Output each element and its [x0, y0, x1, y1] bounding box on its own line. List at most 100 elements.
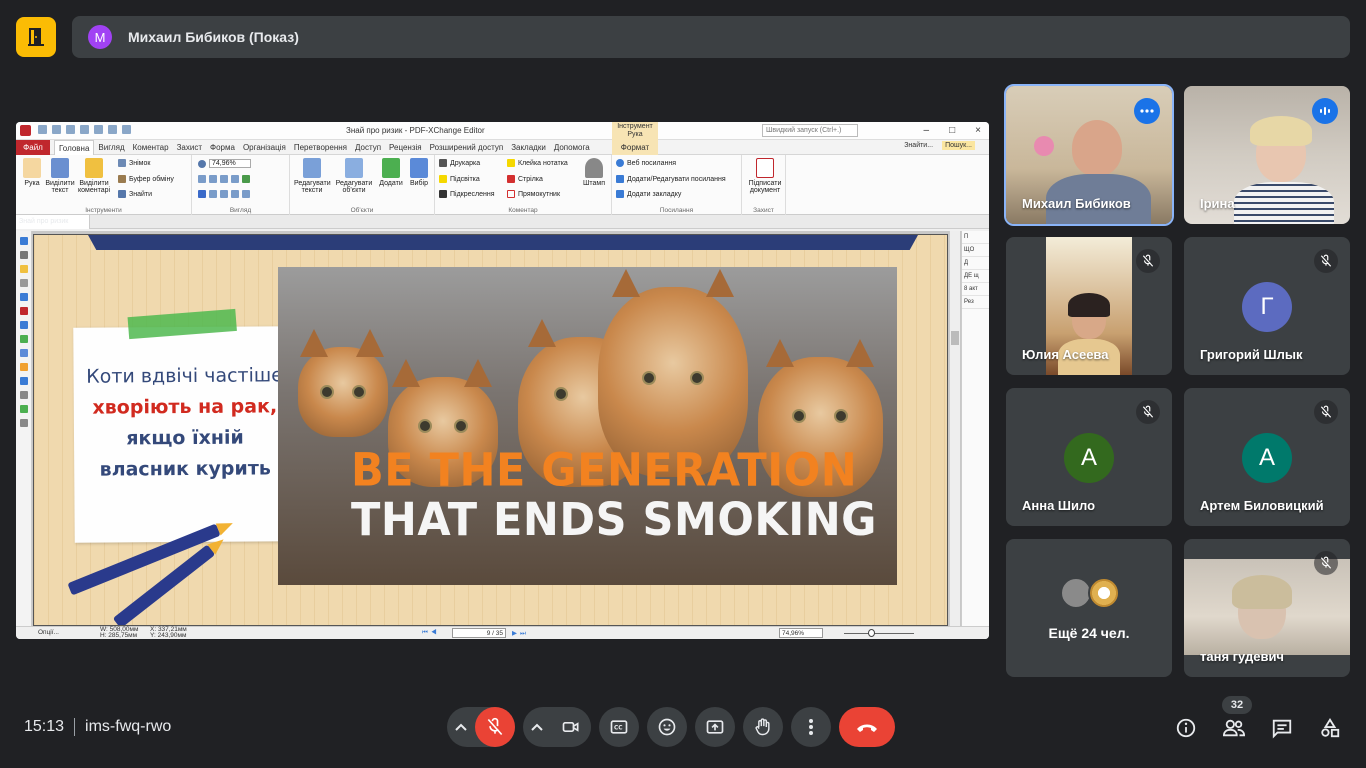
- ribbon-tab[interactable]: Захист: [173, 140, 206, 156]
- tile-mikhail[interactable]: Михаил Бибиков: [1004, 84, 1174, 226]
- presentation-icon[interactable]: [16, 17, 56, 57]
- vertical-scrollbar[interactable]: [949, 231, 960, 626]
- hand-icon: [755, 718, 770, 736]
- raise-hand-button[interactable]: [743, 707, 783, 747]
- quick-search-input[interactable]: Швидкий запуск (Ctrl+.): [762, 124, 858, 137]
- zoom-level-select[interactable]: 74,96%: [779, 628, 823, 638]
- ribbon-tab[interactable]: Форма: [206, 140, 239, 156]
- select-button[interactable]: Вибір: [406, 158, 432, 187]
- panel-item[interactable]: Д: [962, 257, 989, 270]
- panel-item[interactable]: ЩО: [962, 244, 989, 257]
- find-tool-button[interactable]: Знайти: [118, 190, 152, 198]
- more-options-icon[interactable]: [1134, 98, 1160, 124]
- participant-video: [1072, 120, 1122, 176]
- panel-item[interactable]: Рез: [962, 296, 989, 309]
- cursor-readout: X: 337,21мм Y: 243,90мм: [150, 626, 187, 639]
- kittens-photo: BE THE GENERATION THAT ENDS SMOKING: [278, 267, 897, 585]
- arrow-button[interactable]: Стрілка: [507, 175, 543, 183]
- stamp-button[interactable]: Штамп: [579, 158, 609, 187]
- search-button[interactable]: Пошук...: [942, 141, 975, 150]
- document-tab[interactable]: Знай про ризик: [16, 215, 90, 229]
- zoom-select[interactable]: 74,96%: [198, 159, 251, 168]
- ribbon-tab[interactable]: Доступ: [351, 140, 385, 156]
- participant-thumb: [1088, 577, 1120, 609]
- format-tab[interactable]: Формат: [612, 140, 658, 155]
- close-icon[interactable]: ×: [975, 125, 981, 136]
- panel-item[interactable]: П: [962, 231, 989, 244]
- slogan-line-2: THAT ENDS SMOKING: [351, 493, 877, 547]
- activities-button[interactable]: [1318, 712, 1342, 744]
- first-prev-page-icons[interactable]: ⏮◀: [422, 629, 440, 637]
- options-button[interactable]: Опції...: [38, 629, 59, 636]
- camera-toggle-button[interactable]: [551, 707, 591, 747]
- select-text-button[interactable]: Виділити текст: [44, 158, 76, 194]
- nav-icons[interactable]: [198, 190, 250, 198]
- ribbon-tab[interactable]: Організація: [239, 140, 290, 156]
- next-last-page-icons[interactable]: ▶⏭: [512, 629, 529, 638]
- zoom-slider[interactable]: [844, 633, 914, 634]
- participant-count-badge: 32: [1222, 696, 1252, 714]
- present-screen-button[interactable]: [695, 707, 735, 747]
- find-button[interactable]: Знайти...: [901, 141, 936, 150]
- people-button[interactable]: 32: [1222, 696, 1252, 744]
- quick-access-toolbar: [38, 125, 131, 134]
- view-icons[interactable]: [198, 175, 250, 183]
- camera-options-chevron-icon[interactable]: [523, 707, 551, 747]
- highlight-button[interactable]: Підсвітка: [439, 175, 480, 183]
- underline-button[interactable]: Підкреслення: [439, 190, 495, 198]
- group-comment-label: Коментар: [508, 207, 538, 214]
- more-options-button[interactable]: [791, 707, 831, 747]
- file-tab[interactable]: Файл: [16, 140, 50, 155]
- right-side-panel: П ЩО Д ДЕ щ8 акт Рез: [961, 231, 989, 626]
- maximize-icon[interactable]: □: [949, 125, 955, 136]
- sticky-note-button[interactable]: Клейка нотатка: [507, 159, 568, 167]
- rectangle-button[interactable]: Прямокутник: [507, 190, 560, 198]
- zoom-slider-knob[interactable]: [868, 629, 875, 637]
- slide-page: Коти вдвічі частіше хворіють на рак, якщ…: [33, 234, 948, 626]
- edit-text-button[interactable]: Редагувати тексти: [294, 158, 331, 194]
- typewriter-button[interactable]: Друкарка: [439, 159, 480, 167]
- mic-off-icon: [1314, 400, 1338, 424]
- ribbon-tab[interactable]: Головна: [54, 140, 95, 156]
- panel-item[interactable]: ДЕ щ: [962, 270, 989, 283]
- tile-artem[interactable]: А Артем Биловицкий: [1184, 388, 1350, 526]
- mic-options-chevron-icon[interactable]: [447, 707, 475, 747]
- ribbon-tab[interactable]: Перетворення: [290, 140, 351, 156]
- web-links-button[interactable]: Веб посилання: [616, 159, 676, 167]
- leave-call-button[interactable]: [839, 707, 895, 747]
- clipboard-button[interactable]: Буфер обміну: [118, 175, 174, 183]
- select-comments-button[interactable]: Виділити коментарі: [78, 158, 110, 194]
- ribbon-tab[interactable]: Допомога: [550, 140, 594, 156]
- add-bookmark-button[interactable]: Додати закладку: [616, 190, 681, 198]
- captions-button[interactable]: CC: [599, 707, 639, 747]
- edit-objects-button[interactable]: Редагувати об'єкти: [334, 158, 374, 194]
- note-line-4: власник курить: [99, 457, 271, 481]
- hang-up-icon: [857, 724, 877, 732]
- ribbon-tab[interactable]: Розширений доступ: [426, 140, 508, 156]
- ribbon-tab[interactable]: Закладки: [507, 140, 550, 156]
- meeting-code[interactable]: ims-fwq-rwo: [85, 718, 171, 736]
- tile-irina[interactable]: Ірина: [1184, 86, 1350, 224]
- sign-document-button[interactable]: Підписати документ: [746, 158, 784, 194]
- tile-anna[interactable]: А Анна Шило: [1006, 388, 1172, 526]
- close-doc-icon[interactable]: ×: [953, 216, 959, 227]
- reactions-button[interactable]: [647, 707, 687, 747]
- tile-tanya[interactable]: таня гудевич: [1184, 539, 1350, 677]
- tile-more-participants[interactable]: Ещё 24 чел.: [1006, 539, 1172, 677]
- add-button[interactable]: Додати: [376, 158, 406, 187]
- meeting-details-button[interactable]: [1174, 712, 1198, 744]
- ribbon-tab[interactable]: Коментар: [129, 140, 173, 156]
- add-edit-links-button[interactable]: Додати/Редагувати посилання: [616, 175, 726, 183]
- panel-item[interactable]: 8 акт: [962, 283, 989, 296]
- door-icon: [28, 28, 44, 46]
- minimize-icon[interactable]: –: [924, 125, 930, 136]
- kitten-1: [298, 329, 388, 437]
- ribbon-tab[interactable]: Рецензія: [385, 140, 426, 156]
- tile-grigoriy[interactable]: Г Григорий Шлык: [1184, 237, 1350, 375]
- tile-yulia[interactable]: Юлия Асеева: [1006, 237, 1172, 375]
- chat-button[interactable]: [1270, 712, 1294, 744]
- mic-toggle-button[interactable]: [475, 707, 515, 747]
- page-number-input[interactable]: 9 / 35: [452, 628, 506, 638]
- snapshot-button[interactable]: Знімок: [118, 159, 150, 167]
- ribbon-tab[interactable]: Вигляд: [94, 140, 128, 156]
